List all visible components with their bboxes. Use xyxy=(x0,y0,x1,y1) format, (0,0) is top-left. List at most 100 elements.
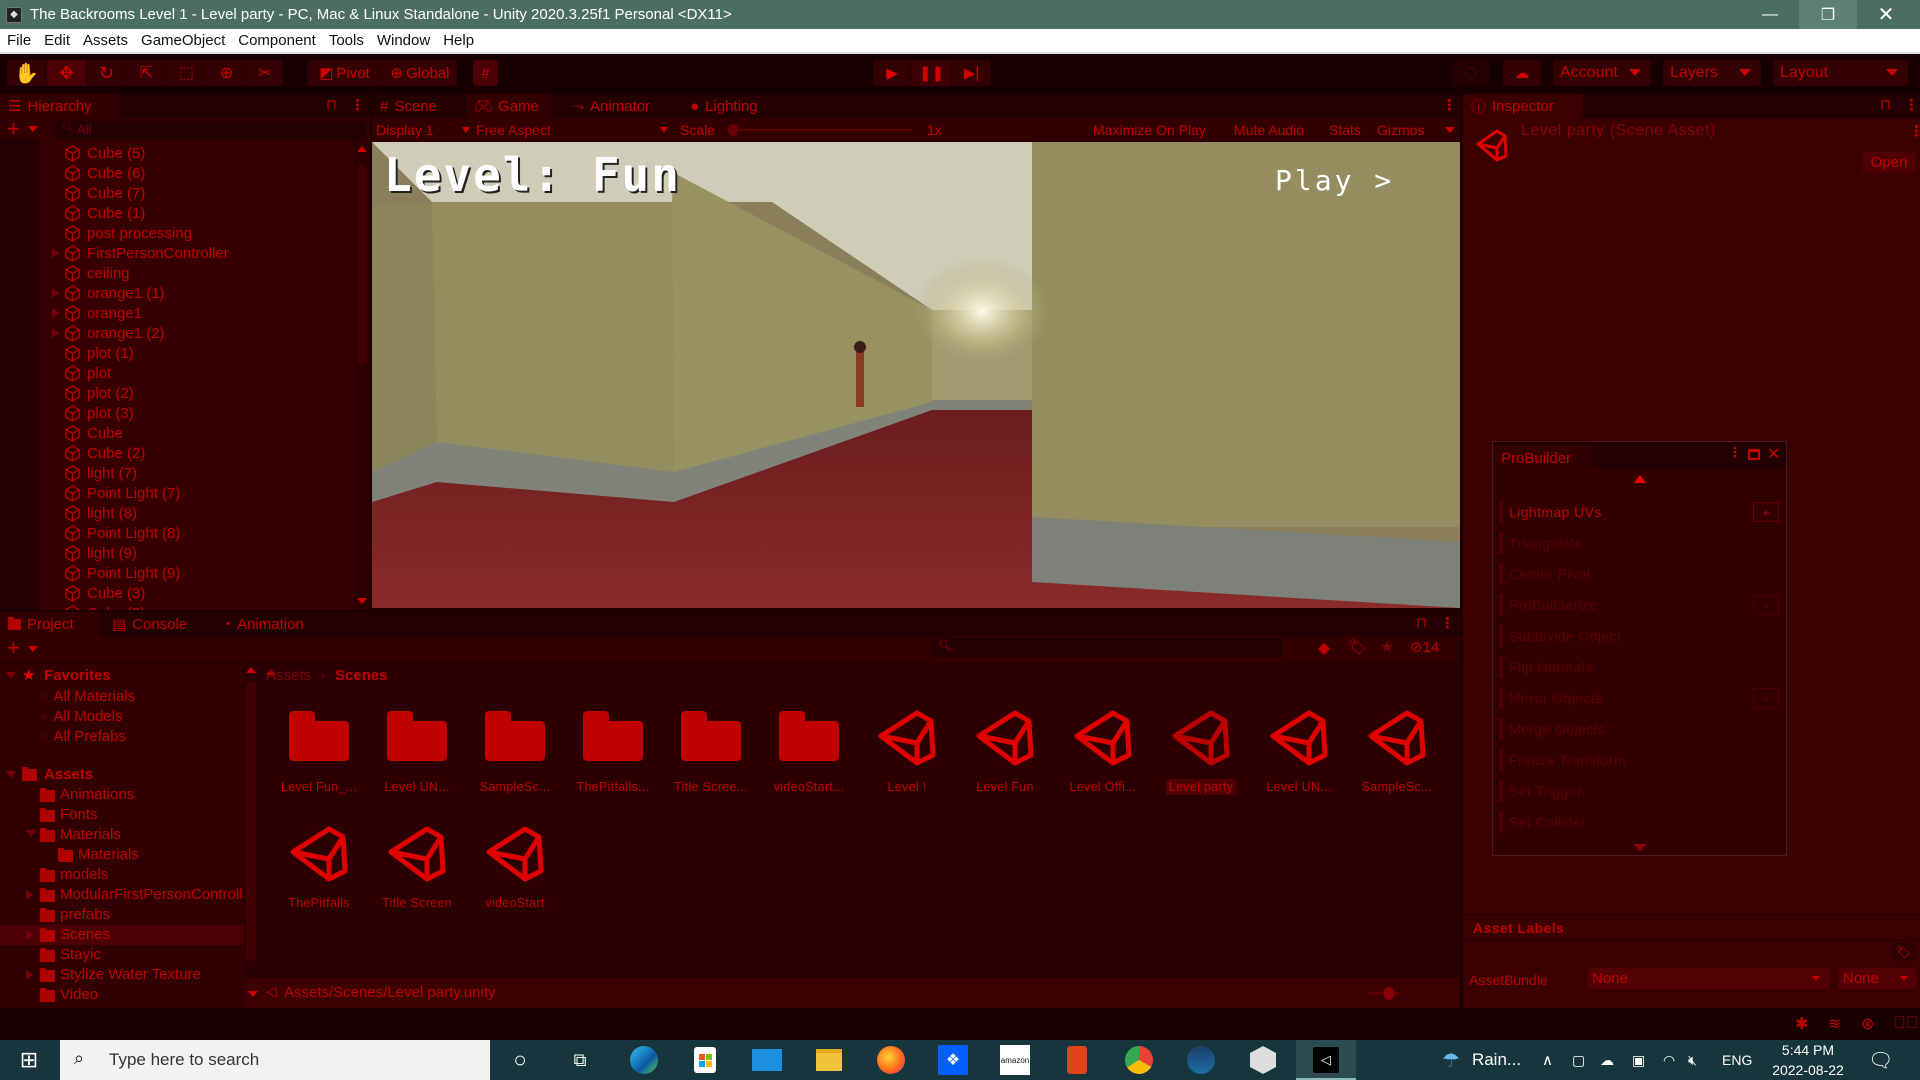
more-options-icon[interactable]: ⋮ xyxy=(350,96,365,114)
menu-window[interactable]: Window xyxy=(370,32,436,49)
create-add-icon[interactable]: + xyxy=(7,635,20,661)
asset-folder[interactable]: Level Fun_... xyxy=(270,703,368,795)
asset-scene[interactable]: Level ! xyxy=(858,703,956,795)
aspect-dropdown[interactable]: Free Aspect xyxy=(476,122,671,138)
hierarchy-search-input[interactable]: 🔍︎ All xyxy=(55,121,366,139)
store-icon[interactable] xyxy=(681,1040,729,1080)
probuilder-action[interactable]: Lightmap UVs xyxy=(1499,501,1602,523)
menu-edit[interactable]: Edit xyxy=(37,32,76,49)
wifi-icon[interactable]: ◠ xyxy=(1663,1040,1675,1080)
breadcrumb-scenes[interactable]: Scenes xyxy=(335,667,388,684)
taskbar-search-box[interactable]: ⌕ Type here to search xyxy=(60,1040,490,1080)
hand-tool-icon[interactable]: ✋ xyxy=(7,60,47,86)
hierarchy-item[interactable]: Point Light (7) xyxy=(64,483,180,503)
project-folder-item[interactable]: prefabs xyxy=(0,905,244,925)
create-add-icon[interactable]: + xyxy=(7,116,20,142)
tab-console[interactable]: ▤ Console xyxy=(104,612,204,636)
asset-scene[interactable]: Level party xyxy=(1152,703,1250,795)
steam-icon[interactable] xyxy=(1177,1040,1225,1080)
icon-size-slider-handle[interactable] xyxy=(1384,987,1394,1000)
mail-icon[interactable] xyxy=(743,1040,791,1080)
action-options-plus-icon[interactable]: + xyxy=(1753,688,1779,708)
scale-slider[interactable] xyxy=(728,124,912,136)
onedrive-error-icon[interactable]: ☁ xyxy=(1600,1040,1614,1080)
tab-hierarchy[interactable]: ☰ Hierarchy xyxy=(0,94,120,118)
scroll-thumb[interactable] xyxy=(246,681,256,961)
rotate-tool-icon[interactable]: ↻ xyxy=(87,60,127,86)
expand-arrow-icon[interactable] xyxy=(52,308,59,318)
lock-icon[interactable]: ⊓ xyxy=(1880,96,1891,113)
mute-audio-toggle[interactable]: Mute Audio xyxy=(1234,122,1304,138)
notifications-icon[interactable]: 🗨︎ xyxy=(1868,1040,1893,1080)
hierarchy-item[interactable]: Cube (3) xyxy=(64,583,145,603)
weather-widget[interactable]: ☂ Rain... xyxy=(1442,1040,1521,1080)
custom-tool-icon[interactable]: ✂ xyxy=(247,60,283,86)
assetbundle-variant-dropdown[interactable]: None xyxy=(1838,968,1917,989)
action-options-plus-icon[interactable]: + xyxy=(1753,502,1779,522)
office-icon[interactable] xyxy=(1053,1040,1101,1080)
hierarchy-item[interactable]: plot xyxy=(64,363,111,383)
lock-icon[interactable]: ⊓ xyxy=(1416,614,1427,631)
restore-icon[interactable]: ❐ xyxy=(1799,0,1857,29)
hierarchy-item[interactable]: light (7) xyxy=(64,463,137,483)
asset-scene[interactable]: SampleSc... xyxy=(1348,703,1446,795)
asset-scene[interactable]: Level Offi... xyxy=(1054,703,1152,795)
cortana-icon[interactable]: ○ xyxy=(496,1040,544,1080)
favorite-item[interactable]: ⌕ All Prefabs xyxy=(40,726,126,746)
more-options-icon[interactable]: ⋮ xyxy=(1440,614,1455,632)
chevron-down-icon[interactable] xyxy=(26,830,36,837)
menu-tools[interactable]: Tools xyxy=(322,32,370,49)
hierarchy-item[interactable]: Cube (2) xyxy=(64,443,145,463)
tab-project[interactable]: Project xyxy=(0,612,100,636)
asset-folder[interactable]: SampleSc... xyxy=(466,703,564,795)
folder-tree-scrollbar[interactable] xyxy=(244,663,258,1008)
expand-arrow-icon[interactable] xyxy=(52,288,59,298)
tab-animation[interactable]: ◔ Animation xyxy=(214,612,324,636)
debug-off-icon[interactable]: ✱ xyxy=(1795,1014,1808,1034)
tab-lighting[interactable]: ● Lighting xyxy=(682,94,792,118)
chrome-icon[interactable] xyxy=(1115,1040,1163,1080)
cache-off-icon[interactable]: ≋ xyxy=(1828,1014,1841,1034)
step-icon[interactable]: ▶| xyxy=(952,60,991,86)
asset-folder[interactable]: videoStart... xyxy=(760,703,858,795)
favorite-item[interactable]: ⌕ All Models xyxy=(40,706,123,726)
scroll-up-icon[interactable] xyxy=(357,146,367,152)
probuilder-action[interactable]: Flip Normals xyxy=(1499,656,1592,678)
layout-dropdown[interactable]: Layout xyxy=(1773,60,1908,86)
expand-arrow-icon[interactable] xyxy=(52,248,59,258)
asset-folder[interactable]: ThePitfalls... xyxy=(564,703,662,795)
menu-component[interactable]: Component xyxy=(231,32,322,49)
project-folder-item[interactable]: Stylize Water Texture xyxy=(0,965,244,985)
asset-scene[interactable]: videoStart xyxy=(466,819,564,911)
open-button[interactable]: Open xyxy=(1862,152,1916,173)
asset-scene[interactable]: Title Screen xyxy=(368,819,466,911)
chevron-down-icon[interactable] xyxy=(28,646,38,652)
expand-arrow-icon[interactable] xyxy=(26,890,33,900)
tab-animator[interactable]: ⤳ Animator xyxy=(564,94,674,118)
probuilder-action[interactable]: ProBuilderize xyxy=(1499,594,1597,616)
hierarchy-item[interactable]: Cube (8) xyxy=(64,603,145,610)
scale-tool-icon[interactable]: ⇱ xyxy=(127,60,167,86)
hierarchy-item[interactable]: ceiling xyxy=(64,263,130,283)
probuilder-action[interactable]: Triangulate xyxy=(1499,532,1583,554)
assetbundle-dropdown[interactable]: None xyxy=(1587,968,1830,989)
menu-help[interactable]: Help xyxy=(436,32,480,49)
hierarchy-item[interactable]: Point Light (9) xyxy=(64,563,180,583)
probuilder-action[interactable]: Set Collider xyxy=(1499,811,1586,833)
project-folder-item[interactable]: Fonts xyxy=(0,805,244,825)
pause-icon[interactable]: ❚❚ xyxy=(912,60,952,86)
hidden-packages-button[interactable]: ⊘14 xyxy=(1410,638,1439,656)
asset-options-icon[interactable]: ⋮ xyxy=(1909,122,1920,140)
expand-arrow-icon[interactable] xyxy=(52,328,59,338)
maximize-icon[interactable] xyxy=(1748,449,1760,460)
more-options-icon[interactable]: ⋮ xyxy=(1442,96,1457,114)
hierarchy-item[interactable]: Cube (1) xyxy=(64,203,145,223)
minimize-icon[interactable]: — xyxy=(1741,0,1799,29)
project-folder-item[interactable]: Animations xyxy=(0,785,244,805)
hierarchy-item[interactable]: Cube (6) xyxy=(64,163,145,183)
show-hidden-icons[interactable]: ∧ xyxy=(1542,1040,1553,1080)
hierarchy-item[interactable]: orange1 xyxy=(52,303,142,323)
probuilder-action[interactable]: Subdivide Object xyxy=(1499,625,1621,647)
hierarchy-item[interactable]: FirstPersonController xyxy=(52,243,229,263)
hierarchy-item[interactable]: Cube (7) xyxy=(64,183,145,203)
